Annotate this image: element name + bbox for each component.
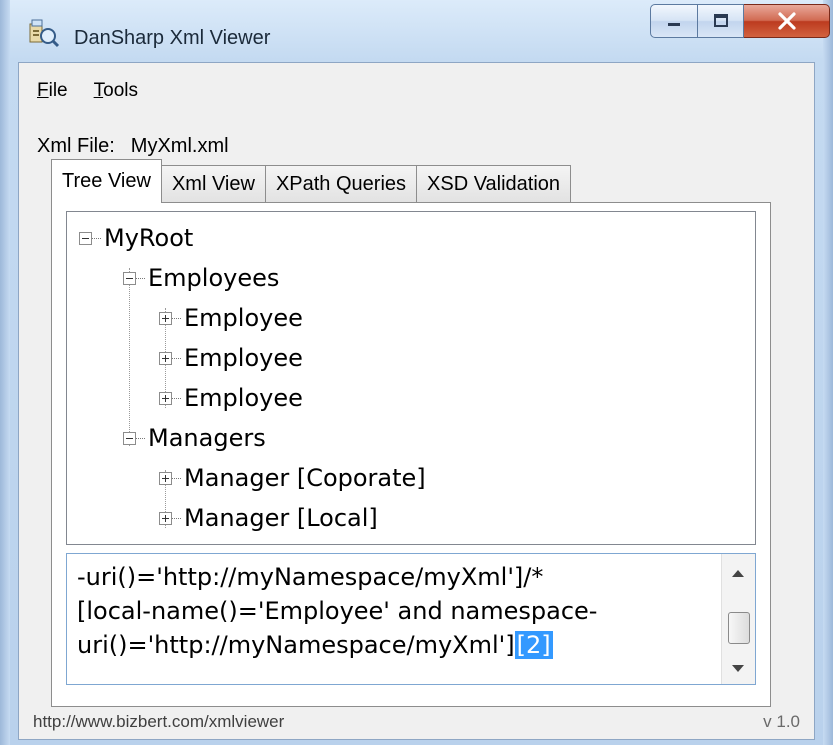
expand-icon[interactable] <box>159 311 172 325</box>
menu-tools[interactable]: Tools <box>94 80 138 102</box>
tree-connector <box>172 397 181 399</box>
expand-icon[interactable] <box>159 511 172 525</box>
maximize-icon <box>713 14 728 27</box>
tab-xpath-queries[interactable]: XPath Queries <box>264 165 418 203</box>
tree-connector <box>172 317 181 319</box>
tree-connector <box>172 477 181 479</box>
tree-node-employees[interactable]: Employees <box>123 258 279 298</box>
xpath-selection: [2] <box>514 631 553 659</box>
expand-icon[interactable] <box>159 471 172 485</box>
tree-node-label: MyRoot <box>104 224 194 252</box>
tree-node-employee[interactable]: Employee <box>159 338 303 378</box>
xpath-text[interactable]: -uri()='http://myNamespace/myXml']/* [lo… <box>77 560 717 662</box>
xpath-line-3: uri()='http://myNamespace/myXml'] <box>77 631 515 659</box>
tree-node-managers[interactable]: Managers <box>123 418 266 458</box>
tree-node-manager[interactable]: Manager [Local] <box>159 498 378 538</box>
xpath-line-1: -uri()='http://myNamespace/myXml']/* <box>77 563 544 591</box>
tab-strip: Tree View Xml View XPath Queries XSD Val… <box>51 159 572 203</box>
tree-node-label: Managers <box>148 424 266 452</box>
minimize-icon <box>668 23 680 26</box>
tree-node-label: Manager [Coporate] <box>184 464 426 492</box>
scroll-down-icon[interactable] <box>732 665 744 672</box>
status-version: v 1.0 <box>763 712 800 731</box>
tab-xml-view[interactable]: Xml View <box>160 165 266 203</box>
menu-file[interactable]: File <box>37 80 68 102</box>
window-controls <box>650 4 830 40</box>
client-area: File Tools Xml File: MyXml.xml Tree View … <box>18 62 815 740</box>
file-label: Xml File: <box>37 135 115 157</box>
scroll-up-icon[interactable] <box>732 570 744 577</box>
tree-connector <box>172 517 181 519</box>
tree-node-manager[interactable]: Manager [Coporate] <box>159 458 426 498</box>
tree-node-label: Employees <box>148 264 280 292</box>
close-icon <box>777 12 796 30</box>
menu-bar: File Tools <box>19 63 814 119</box>
window-title: DanSharp Xml Viewer <box>74 27 271 49</box>
collapse-icon[interactable] <box>123 431 136 445</box>
tree-node-label: Manager [Local] <box>184 504 378 532</box>
tree-connector <box>136 277 145 279</box>
file-name: MyXml.xml <box>130 135 229 157</box>
tab-tree-view[interactable]: Tree View <box>51 159 162 203</box>
maximize-button[interactable] <box>698 4 744 38</box>
tree-node-employee[interactable]: Employee <box>159 378 303 418</box>
scroll-thumb[interactable] <box>728 612 750 644</box>
title-bar[interactable]: DanSharp Xml Viewer <box>10 0 830 70</box>
tree-node-label: Employee <box>184 344 303 372</box>
xpath-scrollbar[interactable] <box>721 554 755 684</box>
tree-node-label: Employee <box>184 304 303 332</box>
frame-right-edge <box>823 0 833 745</box>
window-frame: DanSharp Xml Viewer File Tools Xml File:… <box>0 0 833 745</box>
file-row: Xml File: MyXml.xml <box>37 135 229 158</box>
close-button[interactable] <box>744 4 830 38</box>
tree-connector <box>136 437 145 439</box>
tree-connector <box>92 237 101 239</box>
tree-connector <box>172 357 181 359</box>
status-bar: http://www.bizbert.com/xmlviewer v 1.0 <box>19 705 814 739</box>
minimize-button[interactable] <box>650 4 698 38</box>
tree-node-label: Employee <box>184 384 303 412</box>
menu-file-rest: ile <box>48 80 68 101</box>
tree-node-root[interactable]: MyRoot <box>79 218 193 258</box>
tree-node-employee[interactable]: Employee <box>159 298 303 338</box>
xml-tree[interactable]: MyRoot Employees Employee Employee Emplo… <box>66 211 756 545</box>
collapse-icon[interactable] <box>79 231 92 245</box>
collapse-icon[interactable] <box>123 271 136 285</box>
xpath-textbox[interactable]: -uri()='http://myNamespace/myXml']/* [lo… <box>66 553 756 685</box>
tab-xsd-validation[interactable]: XSD Validation <box>416 165 572 203</box>
expand-icon[interactable] <box>159 351 172 365</box>
frame-left-edge <box>0 0 10 745</box>
tree-view-panel: MyRoot Employees Employee Employee Emplo… <box>51 202 771 707</box>
menu-tools-rest: ools <box>103 80 138 101</box>
menu-file-accel: F <box>37 80 49 101</box>
app-icon <box>29 19 60 48</box>
menu-tools-accel: T <box>93 80 104 101</box>
xpath-line-2: [local-name()='Employee' and namespace- <box>77 597 598 625</box>
status-url[interactable]: http://www.bizbert.com/xmlviewer <box>33 712 284 732</box>
expand-icon[interactable] <box>159 391 172 405</box>
